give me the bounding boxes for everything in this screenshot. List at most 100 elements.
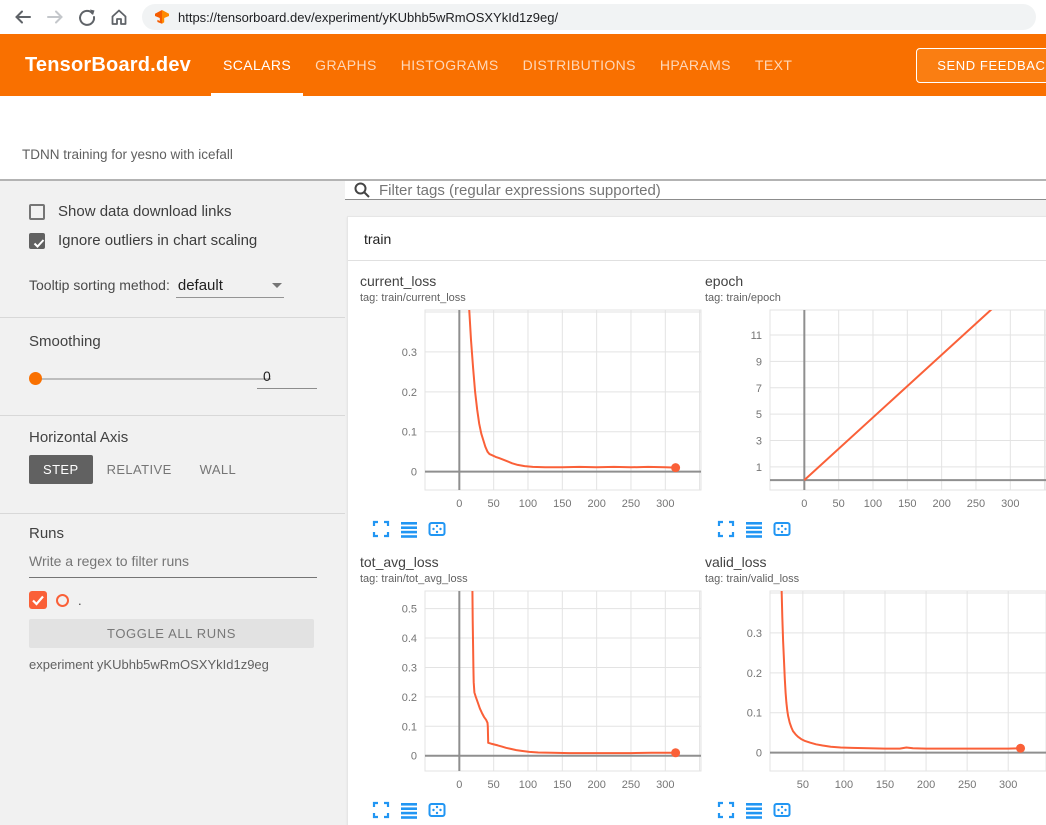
checkbox-unchecked[interactable] <box>29 204 45 220</box>
show-download-links-checkbox[interactable]: Show data download links <box>29 203 231 220</box>
axis-wall-button[interactable]: WALL <box>186 455 251 484</box>
svg-text:250: 250 <box>958 779 976 791</box>
smoothing-label: Smoothing <box>29 333 101 350</box>
chart-tag: tag: train/epoch <box>705 292 1046 304</box>
chart-title: valid_loss <box>705 554 1046 570</box>
svg-text:200: 200 <box>917 779 935 791</box>
train-section-card: train current_loss tag: train/current_lo… <box>347 216 1046 825</box>
caret-down-icon <box>272 283 282 288</box>
svg-text:300: 300 <box>656 498 674 510</box>
runs-label: Runs <box>29 525 64 542</box>
svg-text:3: 3 <box>756 436 762 448</box>
svg-text:150: 150 <box>553 498 571 510</box>
chart-tag: tag: train/valid_loss <box>705 573 1046 585</box>
divider <box>0 415 345 416</box>
expand-icon[interactable] <box>372 520 390 538</box>
svg-text:50: 50 <box>797 779 809 791</box>
chart-tag: tag: train/current_loss <box>360 292 705 304</box>
settings-sidebar: Show data download links Ignore outliers… <box>0 181 345 825</box>
svg-text:50: 50 <box>488 498 500 510</box>
line-chart[interactable]: 05010015020025030000.10.20.30.40.5 <box>360 589 705 799</box>
data-table-icon[interactable] <box>400 801 418 819</box>
forward-icon[interactable] <box>42 4 68 30</box>
fit-domain-icon[interactable] <box>773 520 791 538</box>
checkbox-checked[interactable] <box>29 233 45 249</box>
reload-icon[interactable] <box>74 4 100 30</box>
run-name: . <box>78 593 82 608</box>
svg-text:0.1: 0.1 <box>402 721 417 733</box>
svg-text:0.1: 0.1 <box>747 708 762 720</box>
svg-text:0.2: 0.2 <box>402 387 417 399</box>
run-color-swatch <box>56 594 69 607</box>
send-feedback-button[interactable]: SEND FEEDBACK <box>916 48 1046 83</box>
filter-tags-input[interactable]: Filter tags (regular expressions support… <box>379 182 661 199</box>
expand-icon[interactable] <box>717 520 735 538</box>
svg-text:0: 0 <box>801 498 807 510</box>
runs-filter-input[interactable]: Write a regex to filter runs <box>29 553 317 578</box>
fit-domain-icon[interactable] <box>428 801 446 819</box>
dashboard-scroll-area[interactable]: train current_loss tag: train/current_lo… <box>345 200 1046 825</box>
checkbox-label: Show data download links <box>58 203 231 220</box>
chart-valid-loss: valid_loss tag: train/valid_loss 5010015… <box>705 554 1046 821</box>
checkbox-label: Ignore outliers in chart scaling <box>58 232 257 249</box>
fit-domain-icon[interactable] <box>773 801 791 819</box>
tooltip-sorting-select[interactable]: default <box>176 277 284 298</box>
svg-text:100: 100 <box>519 779 537 791</box>
section-header-train[interactable]: train <box>348 217 1046 261</box>
data-table-icon[interactable] <box>400 520 418 538</box>
axis-relative-button[interactable]: RELATIVE <box>93 455 186 484</box>
svg-text:250: 250 <box>622 779 640 791</box>
svg-text:7: 7 <box>756 383 762 395</box>
filter-tags-row: Filter tags (regular expressions support… <box>345 181 1046 200</box>
chart-action-bar <box>705 799 1046 821</box>
tab-hparams[interactable]: HPARAMS <box>648 34 743 96</box>
smoothing-value-field[interactable]: 0 <box>257 368 317 389</box>
tab-text[interactable]: TEXT <box>743 34 804 96</box>
expand-icon[interactable] <box>372 801 390 819</box>
svg-text:100: 100 <box>864 498 882 510</box>
tab-graphs[interactable]: GRAPHS <box>303 34 389 96</box>
svg-text:250: 250 <box>967 498 985 510</box>
url-bar[interactable]: https://tensorboard.dev/experiment/yKUbh… <box>142 4 1036 30</box>
ignore-outliers-checkbox[interactable]: Ignore outliers in chart scaling <box>29 232 257 249</box>
divider <box>0 317 345 318</box>
data-table-icon[interactable] <box>745 801 763 819</box>
line-chart[interactable]: 05010015020025030000.10.20.3 <box>360 308 705 518</box>
svg-text:0: 0 <box>456 779 462 791</box>
horizontal-axis-buttons: STEP RELATIVE WALL <box>29 455 250 484</box>
svg-text:0.3: 0.3 <box>402 662 417 674</box>
tab-scalars[interactable]: SCALARS <box>211 34 303 96</box>
svg-text:11: 11 <box>751 330 762 342</box>
svg-text:5: 5 <box>756 409 762 421</box>
expand-icon[interactable] <box>717 801 735 819</box>
tab-histograms[interactable]: HISTOGRAMS <box>389 34 511 96</box>
home-icon[interactable] <box>106 4 132 30</box>
experiment-title: TDNN training for yesno with icefall <box>22 147 233 162</box>
chart-current-loss: current_loss tag: train/current_loss 050… <box>360 273 705 540</box>
svg-text:150: 150 <box>876 779 894 791</box>
svg-text:300: 300 <box>999 779 1017 791</box>
top-nav: SCALARS GRAPHS HISTOGRAMS DISTRIBUTIONS … <box>211 34 804 96</box>
smoothing-slider: 0 <box>29 371 319 387</box>
tab-distributions[interactable]: DISTRIBUTIONS <box>511 34 648 96</box>
svg-text:0.1: 0.1 <box>402 427 417 439</box>
main-panel: Filter tags (regular expressions support… <box>345 181 1046 825</box>
horizontal-axis-label: Horizontal Axis <box>29 429 128 446</box>
line-chart[interactable]: 5010015020025030000.10.20.3 <box>705 589 1046 799</box>
fit-domain-icon[interactable] <box>428 520 446 538</box>
run-row: . <box>29 591 82 609</box>
search-icon <box>353 181 371 199</box>
chart-title: tot_avg_loss <box>360 554 705 570</box>
select-value: default <box>178 277 223 294</box>
svg-text:0.2: 0.2 <box>747 668 762 680</box>
line-chart[interactable]: 0501001502002503001357911 <box>705 308 1046 518</box>
data-table-icon[interactable] <box>745 520 763 538</box>
axis-step-button[interactable]: STEP <box>29 455 93 484</box>
back-icon[interactable] <box>10 4 36 30</box>
brand-logo[interactable]: TensorBoard.dev <box>0 34 191 96</box>
run-checkbox[interactable] <box>29 591 47 609</box>
svg-text:0: 0 <box>456 498 462 510</box>
slider-track[interactable] <box>41 378 271 380</box>
toggle-all-runs-button[interactable]: TOGGLE ALL RUNS <box>29 619 314 648</box>
slider-thumb[interactable] <box>29 372 42 385</box>
